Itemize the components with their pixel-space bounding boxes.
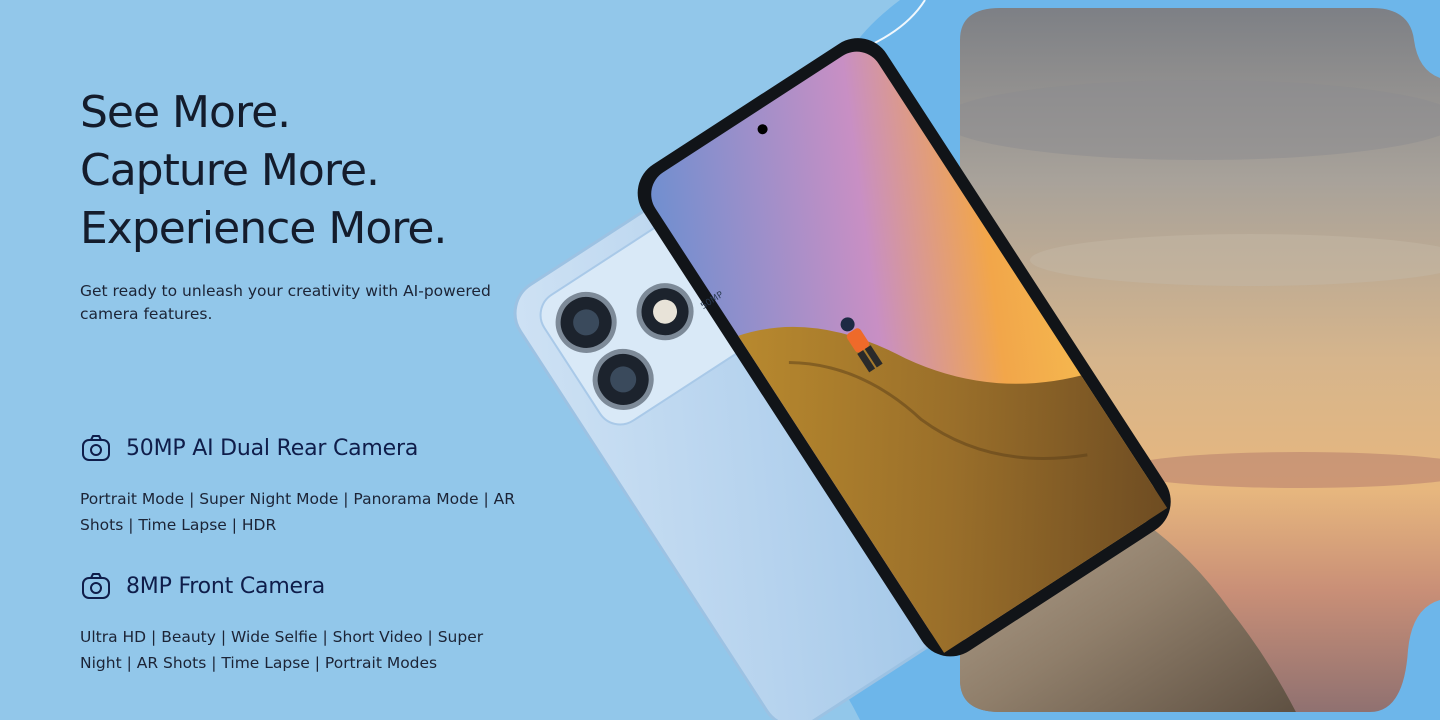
headline: See More. Capture More. Experience More.: [80, 84, 447, 258]
subtitle: Get ready to unleash your creativity wit…: [80, 282, 491, 323]
feature-title: 50MP AI Dual Rear Camera: [126, 435, 419, 461]
headline-line-1: See More.: [80, 87, 291, 138]
feature-rear-camera: 50MP AI Dual Rear Camera Portrait Mode |…: [80, 432, 520, 538]
headline-line-2: Capture More.: [80, 145, 380, 196]
feature-description: Ultra HD | Beauty | Wide Selfie | Short …: [80, 628, 484, 672]
headline-line-3: Experience More.: [80, 203, 447, 254]
camera-icon: [82, 435, 110, 461]
feature-description: Portrait Mode | Super Night Mode | Panor…: [80, 490, 515, 534]
feature-title: 8MP Front Camera: [126, 573, 326, 599]
feature-front-camera: 8MP Front Camera Ultra HD | Beauty | Wid…: [80, 570, 520, 676]
camera-icon: [82, 573, 110, 599]
